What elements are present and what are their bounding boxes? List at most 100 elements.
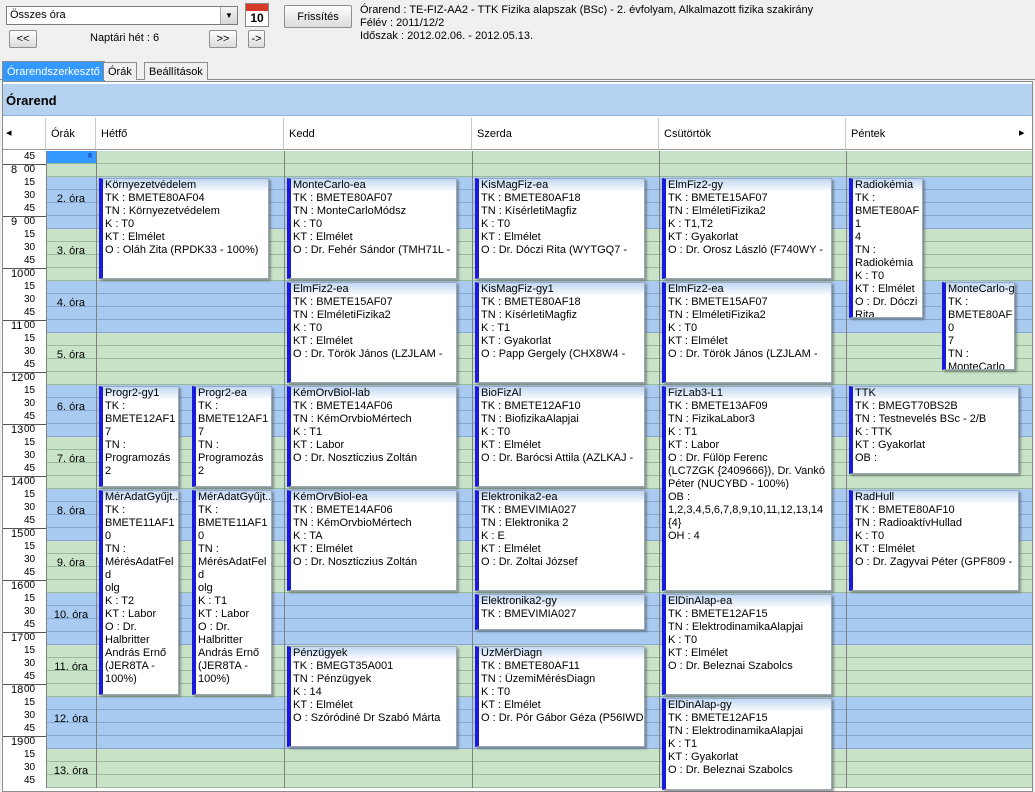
tab-settings[interactable]: Beállítások [144,62,208,80]
scroll-left-button[interactable]: ◂ [3,118,46,150]
schedule-event-card[interactable]: Progr2-gy1 TK : BMETE12AF1 7 TN : Programozás… [99,386,179,487]
lesson-label: 12. óra [53,713,89,725]
day-separator [284,151,285,788]
event-detail: TK : [105,400,126,412]
next-week-button[interactable]: >> [209,30,237,48]
hour-label: 12 [11,372,24,384]
schedule-event-card[interactable]: ElmFiz2-ea TK : BMETE15AF07 TN : ElméletiF… [662,282,832,383]
schedule-event-card[interactable]: FizLab3-L1 TK : BMETE13AF09 TN : FizikaLab… [662,386,832,591]
minute-label: 00 [24,528,36,539]
schedule-event-card[interactable]: Radiokémia TK : BMETE80AF1 4 TN : Radiokémia K… [849,178,923,318]
schedule-event-card[interactable]: ElDinAlap-gy TK : BMETE12AF15 TN : Elektro… [662,698,832,790]
schedule-event-card[interactable]: KémOrvBiol-ea TK : BMETE14AF06 TN : KémOrv… [287,490,457,591]
tab-bar: Órarendszerkesztő Órák Beállítások [0,61,1035,81]
grid-row [46,749,1032,762]
event-detail: KT : Elmélet [481,439,541,451]
event-detail: K : T0 [855,530,885,542]
event-detail: 0 [198,530,205,542]
refresh-button[interactable]: Frissítés [284,5,352,28]
event-detail: TN : RadioaktívHullad [855,517,962,529]
hour-separator [3,580,46,581]
event-detail: K : T0 [293,322,323,334]
event-title: Radiokémia [853,179,922,192]
event-detail: KT : Labor [293,439,345,451]
schedule-event-card[interactable]: ElmFiz2-gy TK : BMETE15AF07 TN : ElméletiF… [662,178,832,279]
event-detail: (LC7ZGK {2409666}), Dr. Vankó [668,465,825,477]
prev-week-button[interactable]: << [9,30,37,48]
event-detail: K : T0 [668,634,698,646]
tab-lessons[interactable]: Órák [103,62,137,80]
event-detail: Radiokémia [855,257,914,269]
event-detail: KT : Elmélet [481,699,541,711]
event-detail: BMETE12AF1 [105,413,176,425]
day-separator [846,151,847,788]
event-detail: KT : Gyakorlat [855,439,926,451]
schedule-event-card[interactable]: Elektronika2-gy TK : BMEVIMIA027 [475,594,645,630]
schedule-event-card[interactable]: TTK TK : BMEGT70BS2B TN : Testnevelés BSc … [849,386,1019,474]
schedule-event-card[interactable]: ÜzMérDiagn TK : BMETE80AF11 TN : ÜzemiMéré… [475,646,645,747]
event-detail: TK : BMETE80AF18 [481,192,581,204]
hour-label: 8 [11,164,18,176]
event-detail: 0 [105,530,112,542]
minute-label: 00 [24,632,36,643]
schedule-event-card[interactable]: MonteCarlo-gy TK : BMETE80AF0 7 TN : MonteCar… [942,282,1015,370]
event-title: Pénzügyek [291,647,456,660]
schedule-event-card[interactable]: Környezetvédelem TK : BMETE80AF04 TN : Kör… [99,178,269,279]
schedule-event-card[interactable]: Progr2-ea TK : BMETE12AF1 7 TN : Programozás … [192,386,272,487]
event-title: KémOrvBiol-lab [291,387,456,400]
event-detail: KT : Elmélet [668,335,728,347]
event-detail: O : Dr. Beleznai Szabolcs [668,660,793,672]
event-title: KisMagFiz-ea [479,179,644,192]
calendar-icon-day: 10 [250,11,264,25]
schedule-event-card[interactable]: Pénzügyek TK : BMEGT35A001 TN : Pénzügyek K… [287,646,457,747]
schedule-event-card[interactable]: MérAdatGyűjt... TK : BMETE11AF1 0 TN : MérésA… [99,490,179,695]
schedule-event-card[interactable]: MérAdatGyűjt... TK : BMETE11AF1 0 TN : MérésA… [192,490,272,695]
event-detail: K : T0 [481,426,511,438]
schedule-event-card[interactable]: RadHull TK : BMETE80AF10 TN : RadioaktívHu… [849,490,1019,591]
event-detail: TK : BMETE80AF07 [293,192,393,204]
event-detail: TN : [105,543,126,555]
event-detail: O : Dr. Beleznai Szabolcs [668,764,793,776]
minute-label: 30 [24,710,36,721]
event-detail: 100%) [105,673,137,685]
hour-label: 14 [11,476,24,488]
event-detail: O : Dr. Zagyvai Péter (GPF809 - [855,556,1013,568]
schedule-event-card[interactable]: BioFizAl TK : BMETE12AF10 TN : BiofizikaAl… [475,386,645,487]
event-detail: O : Dr. Barócsi Attila (AZLKAJ - [481,452,634,464]
hour-label: 9 [11,216,18,228]
event-detail: TN : KísérletiMagfiz [481,205,577,217]
event-detail: K : T1,T2 [668,218,714,230]
scroll-right-button[interactable]: ▸ [1015,118,1032,150]
lesson-filter-select[interactable]: Összes óra ▼ [6,6,238,25]
lesson-filter-value: Összes óra [10,9,66,21]
schedule-event-card[interactable]: ElDinAlap-ea TK : BMETE12AF15 TN : Elektro… [662,594,832,695]
event-detail: O : Dr. Török János (LZJLAM - [293,348,443,360]
event-detail: K : T0 [293,218,323,230]
minute-label: 45 [24,359,36,370]
schedule-event-card[interactable]: KémOrvBiol-lab TK : BMETE14AF06 TN : KémOr… [287,386,457,487]
schedule-event-card[interactable]: KisMagFiz-gy1 TK : BMETE80AF18 TN : Kísérl… [475,282,645,383]
event-detail: KT : Elmélet [481,543,541,555]
hour-label: 19 [11,736,24,748]
event-detail: K : T1 [668,426,698,438]
event-detail: BMETE11AF1 [105,517,175,529]
event-detail: TK : BMETE14AF06 [293,504,393,516]
schedule-event-card[interactable]: Elektronika2-ea TK : BMEVIMIA027 TN : Elek… [475,490,645,591]
schedule-event-card[interactable]: MonteCarlo-ea TK : BMETE80AF07 TN : MonteC… [287,178,457,279]
app-window: Összes óra ▼ 10 Frissítés << Naptári hét… [0,0,1035,792]
event-detail: O : Dr. Noszticzius Zoltán [293,556,418,568]
calendar-icon[interactable]: 10 [245,3,269,27]
event-title: RadHull [853,491,1018,504]
schedule-event-card[interactable]: KisMagFiz-ea TK : BMETE80AF18 TN : Kísérle… [475,178,645,279]
tab-timetable-editor[interactable]: Órarendszerkesztő [2,61,105,81]
last-week-button[interactable]: -> [248,30,265,48]
grid-row [46,151,1032,164]
minute-label: 30 [24,762,36,773]
schedule-event-card[interactable]: ElmFiz2-ea TK : BMETE15AF07 TN : ElméletiF… [287,282,457,383]
hour-separator [3,632,46,633]
chevron-down-icon[interactable]: ▼ [220,7,237,24]
scroll-up-icon[interactable]: » [84,153,95,159]
minute-label: 30 [24,346,36,357]
event-detail: BMETE11AF1 [198,517,268,529]
event-detail: O : Papp Gergely (CHX8W4 - [481,348,626,360]
